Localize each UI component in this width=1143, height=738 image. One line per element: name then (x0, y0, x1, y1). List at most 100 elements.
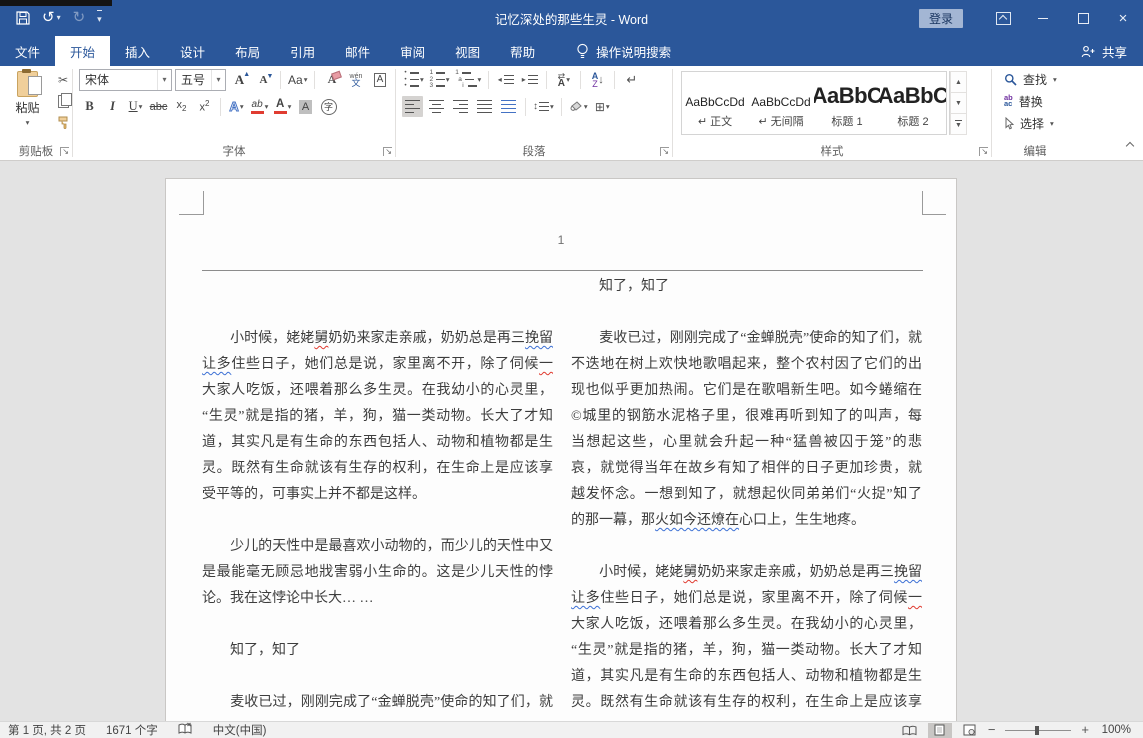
doc-line[interactable]: 大家人吃饭，还喂着那么多生灵。在我幼小的心灵里， (571, 612, 922, 638)
doc-line[interactable]: 哀，就觉得当年在故乡有知了相伴的日子更加珍贵，就 (571, 456, 922, 482)
styles-dialog-launcher[interactable]: ↘ (979, 147, 988, 156)
tab-mailings[interactable]: 邮件 (330, 36, 385, 66)
style-card-无间隔[interactable]: AaBbCcDd↵ 无间隔 (748, 72, 814, 134)
tab-design[interactable]: 设计 (165, 36, 220, 66)
doc-line[interactable]: 小时候，姥姥舅奶奶来家走亲戚，奶奶总是再三挽留 (202, 326, 553, 352)
clipboard-dialog-launcher[interactable]: ↘ (60, 147, 69, 156)
clear-formatting-button[interactable]: A (321, 69, 342, 90)
tab-review[interactable]: 审阅 (385, 36, 440, 66)
font-size-dropdown-icon[interactable]: ▾ (211, 70, 225, 90)
save-button[interactable] (16, 11, 30, 25)
increase-indent-button[interactable]: ▸ (519, 69, 540, 90)
doc-line[interactable]: “生灵”就是指的猪，羊，狗，猫一类动物。长大了才知 (571, 638, 922, 664)
doc-line[interactable]: 当想起这些，心里就会升起一种“猛兽被囚于笼”的悲 (571, 430, 922, 456)
cut-button[interactable]: ✂ (54, 72, 72, 88)
italic-button[interactable]: I (102, 96, 123, 117)
font-name-combo[interactable]: 宋体 ▾ (79, 69, 172, 91)
doc-line[interactable] (202, 274, 553, 300)
asian-layout-button[interactable]: ⇄A▾ (553, 69, 574, 90)
undo-dropdown-icon[interactable]: ▾ (57, 11, 61, 25)
read-mode-button[interactable] (898, 723, 922, 738)
tab-help[interactable]: 帮助 (495, 36, 550, 66)
proofing-status[interactable] (178, 722, 193, 738)
word-count[interactable]: 1671 个字 (106, 722, 158, 738)
doc-line[interactable]: 道，其实凡是有生命的东西包括人、动物和植物都是生 (571, 664, 922, 690)
numbering-button[interactable]: 123▾ (428, 69, 451, 90)
web-layout-button[interactable] (958, 723, 982, 738)
doc-line[interactable] (571, 534, 922, 560)
style-card-正文[interactable]: AaBbCcDd↵ 正文 (682, 72, 748, 134)
format-painter-button[interactable] (54, 114, 72, 130)
tell-me-search[interactable]: 操作说明搜索 (560, 36, 671, 66)
customize-quick-access-button[interactable]: ▾ (97, 10, 102, 26)
doc-line[interactable] (202, 664, 553, 690)
select-button[interactable]: 选择▾ (992, 112, 1078, 134)
font-color-button[interactable]: A▾ (272, 96, 293, 117)
underline-button[interactable]: U▾ (125, 96, 146, 117)
share-button[interactable]: 共享 (1081, 36, 1143, 66)
doc-line[interactable]: 麦收已过，刚刚完成了“金蝉脱壳”使命的知了们，就忙 (571, 326, 922, 352)
doc-line[interactable]: 现也似乎更加热闹。它们是在歌唱新生吧。如今蜷缩在 (571, 378, 922, 404)
doc-line[interactable]: 越发怀念。一想到知了，就想起伙同弟弟们“火捉”知了 (571, 482, 922, 508)
sign-in-button[interactable]: 登录 (919, 9, 963, 28)
maximize-button[interactable] (1063, 0, 1103, 36)
doc-line[interactable]: 知了，知了 (571, 274, 922, 300)
zoom-slider-thumb[interactable] (1035, 726, 1039, 735)
shrink-font-button[interactable]: A▼ (253, 69, 274, 90)
align-right-button[interactable] (450, 96, 471, 117)
find-button[interactable]: 查找▾ (992, 68, 1078, 90)
doc-line[interactable]: 道，其实凡是有生命的东西包括人、动物和植物都是生 (202, 430, 553, 456)
document-column-right[interactable]: 知了，知了 麦收已过，刚刚完成了“金蝉脱壳”使命的知了们，就忙不迭地在树上欢快地… (571, 274, 922, 716)
doc-line[interactable]: 大家人吃饭，还喂着那么多生灵。在我幼小的心灵里， (202, 378, 553, 404)
strikethrough-button[interactable]: abc (148, 96, 169, 117)
grow-font-button[interactable]: A▲ (229, 69, 250, 90)
doc-line[interactable] (571, 300, 922, 326)
document-page[interactable]: 1 小时候，姥姥舅奶奶来家走亲戚，奶奶总是再三挽留让多住些日子，她们总是说，家里… (165, 178, 957, 722)
bullets-button[interactable]: •••▾ (402, 69, 425, 90)
doc-line[interactable]: 让多住些日子，她们总是说，家里离不开，除了伺候一 (571, 586, 922, 612)
paragraph-dialog-launcher[interactable]: ↘ (660, 147, 669, 156)
font-name-dropdown-icon[interactable]: ▾ (157, 70, 171, 90)
close-button[interactable]: × (1103, 0, 1143, 36)
character-border-button[interactable]: A (369, 69, 390, 90)
zoom-level[interactable]: 100% (1095, 724, 1131, 736)
change-case-button[interactable]: Aa▾ (287, 69, 308, 90)
justify-button[interactable] (474, 96, 495, 117)
doc-line[interactable]: 让多住些日子，她们总是说，家里离不开，除了伺候一 (202, 352, 553, 378)
tab-layout[interactable]: 布局 (220, 36, 275, 66)
page-indicator[interactable]: 第 1 页, 共 2 页 (8, 722, 86, 738)
tab-insert[interactable]: 插入 (110, 36, 165, 66)
doc-line[interactable]: 的那一幕，那火如今还燎在心口上，生生地疼。 (571, 508, 922, 534)
character-shading-button[interactable]: A (295, 96, 316, 117)
paste-dropdown-icon[interactable]: ▾ (26, 118, 30, 127)
print-layout-button[interactable] (928, 723, 952, 738)
doc-line[interactable]: 受平等的，可事实上并不都是这样。 (202, 482, 553, 508)
doc-line[interactable]: 灵。既然有生命就该有生存的权利，在生命上是应该享 (571, 690, 922, 716)
font-size-combo[interactable]: 五号 ▾ (175, 69, 226, 91)
font-dialog-launcher[interactable]: ↘ (383, 147, 392, 156)
decrease-indent-button[interactable]: ◂ (495, 69, 516, 90)
align-center-button[interactable] (426, 96, 447, 117)
zoom-in-button[interactable]: + (1081, 725, 1089, 735)
doc-line[interactable]: 知了，知了 (202, 638, 553, 664)
language-indicator[interactable]: 中文(中国) (213, 722, 267, 738)
enclose-characters-button[interactable]: 字 (318, 96, 339, 117)
redo-button[interactable]: ↻ (73, 11, 86, 25)
document-column-left[interactable]: 小时候，姥姥舅奶奶来家走亲戚，奶奶总是再三挽留让多住些日子，她们总是说，家里离不… (202, 274, 553, 716)
distributed-button[interactable] (498, 96, 519, 117)
zoom-out-button[interactable]: − (988, 725, 996, 735)
shading-button[interactable]: ▾ (568, 96, 589, 117)
doc-line[interactable]: 小时候，姥姥舅奶奶来家走亲戚，奶奶总是再三挽留 (571, 560, 922, 586)
doc-line[interactable]: 灵。既然有生命就该有生存的权利，在生命上是应该享 (202, 456, 553, 482)
doc-line[interactable]: 不迭地在树上欢快地歌唱起来，整个农村因了它们的出 (571, 352, 922, 378)
phonetic-guide-button[interactable]: wén文 (345, 69, 366, 90)
doc-line[interactable] (202, 612, 553, 638)
doc-line[interactable]: 论。我在这悖论中长大… … (202, 586, 553, 612)
replace-button[interactable]: abac 替换 (992, 90, 1078, 112)
borders-button[interactable]: ⊞▾ (592, 96, 613, 117)
styles-scroll-down-button[interactable]: ▼ (950, 93, 967, 114)
tab-references[interactable]: 引用 (275, 36, 330, 66)
show-hide-marks-button[interactable]: ↵ (621, 69, 642, 90)
undo-button[interactable]: ↺▾ (42, 11, 61, 25)
paste-button[interactable]: 粘贴 ▾ (7, 71, 48, 130)
